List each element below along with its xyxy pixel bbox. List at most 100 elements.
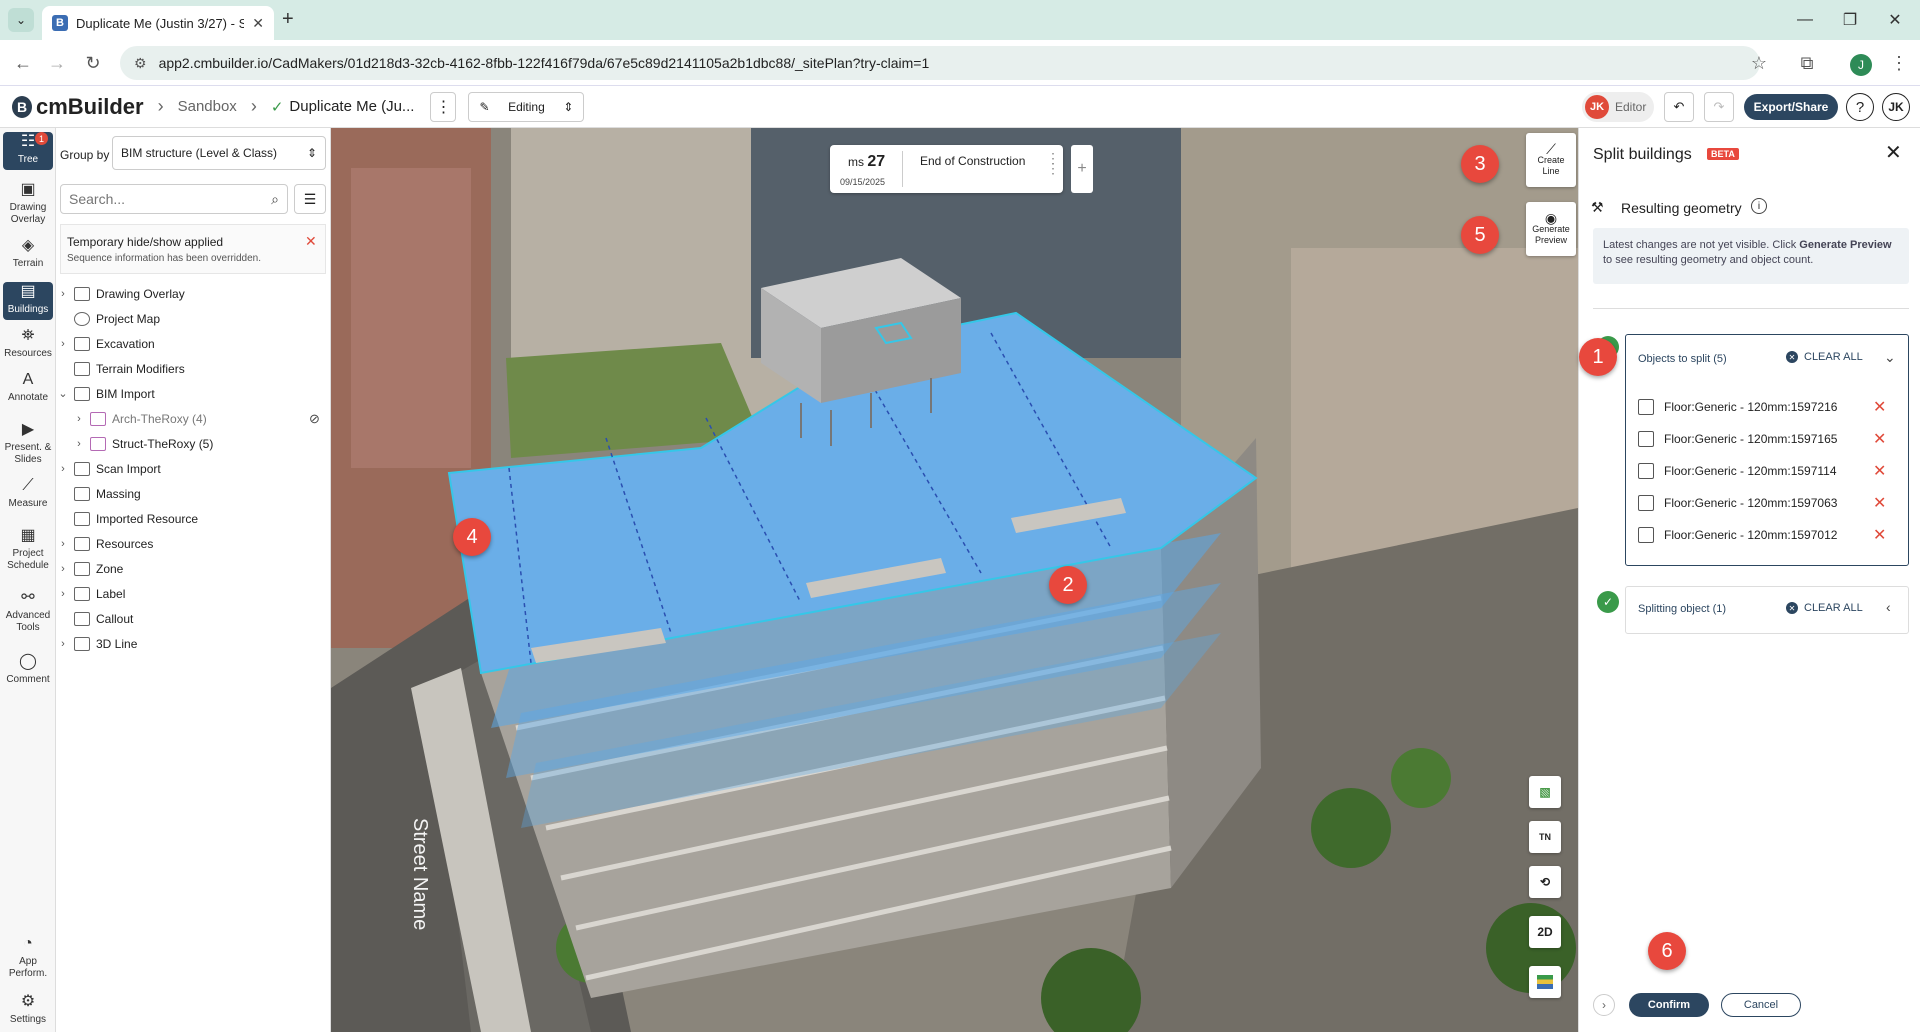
site-info-icon[interactable]: ⚙ <box>134 55 147 72</box>
undo-icon[interactable]: ↶ <box>1664 92 1694 122</box>
object-row[interactable]: Floor:Generic - 120mm:1597216 ✕ <box>1638 391 1888 423</box>
splitting-object-card[interactable]: Splitting object (1) ✕ CLEAR ALL ‹ <box>1625 586 1909 634</box>
rail-project-schedule[interactable]: ▦ Project Schedule <box>3 528 53 572</box>
true-north-button[interactable]: TN <box>1529 821 1561 853</box>
reload-icon[interactable]: ↻ <box>78 48 108 78</box>
chevron-down-icon[interactable]: ⌄ <box>1884 349 1896 366</box>
tree-item[interactable]: › 3D Line <box>56 631 137 656</box>
remove-object-icon[interactable]: ✕ <box>1873 397 1886 417</box>
callout-3: 3 <box>1461 145 1499 183</box>
browser-menu-icon[interactable]: ⋮ <box>1884 48 1914 78</box>
remove-object-icon[interactable]: ✕ <box>1873 525 1886 545</box>
redo-icon[interactable]: ↷ <box>1704 92 1734 122</box>
rail-comment[interactable]: ◯ Comment <box>3 654 53 686</box>
browser-tab[interactable]: B Duplicate Me (Justin 3/27) - Sa ✕ <box>42 6 274 40</box>
object-row[interactable]: Floor:Generic - 120mm:1597114 ✕ <box>1638 455 1888 487</box>
tree-item[interactable]: › Resources <box>56 531 153 556</box>
help-icon[interactable]: ? <box>1846 93 1874 121</box>
remove-object-icon[interactable]: ✕ <box>1873 493 1886 513</box>
clear-all-objects-button[interactable]: ✕ CLEAR ALL <box>1786 351 1863 363</box>
pencil-icon: ✎ <box>479 99 490 114</box>
rail-terrain[interactable]: ◈ Terrain <box>3 238 53 270</box>
rail-settings[interactable]: ⚙ Settings <box>3 994 53 1026</box>
expand-chevron-icon[interactable]: › <box>1593 994 1615 1016</box>
tree-item[interactable]: › Arch-TheRoxy (4) <box>72 406 207 431</box>
milestone-widget[interactable]: ms 27 09/15/2025 End of Construction ⋮ ⋮ <box>830 145 1063 193</box>
rail-drawing-overlay[interactable]: ▣ Drawing Overlay <box>3 182 53 226</box>
splitting-object-label: Splitting object (1) <box>1638 603 1727 615</box>
favicon-icon: B <box>52 15 68 31</box>
tree-item[interactable]: ⌄ BIM Import <box>56 381 155 406</box>
project-menu-icon[interactable]: ⋮ <box>430 91 457 122</box>
panel-close-icon[interactable]: ✕ <box>1885 140 1902 165</box>
tree-item[interactable]: › Drawing Overlay <box>56 281 185 306</box>
url-bar[interactable]: ⚙ app2.cmbuilder.io/CadMakers/01d218d3-3… <box>120 46 1760 80</box>
minimize-icon[interactable]: — <box>1790 8 1820 32</box>
bookmark-star-icon[interactable]: ☆ <box>1744 48 1774 78</box>
tree-item[interactable]: Massing <box>56 481 141 506</box>
rail-present-slides[interactable]: ▶ Present. & Slides <box>3 422 53 466</box>
tree-item[interactable]: Imported Resource <box>56 506 198 531</box>
object-row[interactable]: Floor:Generic - 120mm:1597063 ✕ <box>1638 487 1888 519</box>
back-icon[interactable]: ← <box>8 48 38 78</box>
generate-preview-button[interactable]: ◉ Generate Preview <box>1526 202 1576 256</box>
tree-item[interactable]: Terrain Modifiers <box>56 356 185 381</box>
filter-list-icon[interactable]: ☰ <box>294 184 326 214</box>
search-box[interactable]: ⌕ <box>60 184 288 214</box>
notice-close-icon[interactable]: ✕ <box>305 233 317 250</box>
tab-close-icon[interactable]: ✕ <box>252 15 264 32</box>
tree-item[interactable]: › Zone <box>56 556 123 581</box>
panel-title: Split buildings <box>1593 146 1692 163</box>
tree-item[interactable]: Callout <box>56 606 133 631</box>
legend-icon[interactable] <box>1529 966 1561 998</box>
profile-avatar[interactable]: J <box>1850 54 1872 76</box>
clear-all-splitting-button[interactable]: ✕ CLEAR ALL <box>1786 602 1863 614</box>
tree-item[interactable]: › Label <box>56 581 125 606</box>
tree-item[interactable]: › Scan Import <box>56 456 161 481</box>
mode-select[interactable]: ✎ Editing ⇕ <box>468 91 585 122</box>
app-logo[interactable]: B cmBuilder <box>12 94 144 120</box>
milestone-menu-icon[interactable]: ⋮ ⋮ <box>1046 151 1060 175</box>
search-input[interactable] <box>69 191 272 207</box>
extensions-icon[interactable]: ⧉ <box>1792 48 1822 78</box>
confirm-button[interactable]: Confirm <box>1629 993 1709 1017</box>
user-avatar[interactable]: JK <box>1882 93 1910 121</box>
tab-list-chevron-icon[interactable]: ⌄ <box>8 8 34 32</box>
create-line-button[interactable]: ⟋ Create Line <box>1526 133 1576 187</box>
map-layer-icon[interactable]: ▧ <box>1529 776 1561 808</box>
restore-icon[interactable]: ❐ <box>1835 8 1865 32</box>
toggle-2d-button[interactable]: 2D <box>1529 916 1561 948</box>
cancel-button[interactable]: Cancel <box>1721 993 1801 1017</box>
object-row[interactable]: Floor:Generic - 120mm:1597165 ✕ <box>1638 423 1888 455</box>
tree-item[interactable]: › Excavation <box>56 331 155 356</box>
remove-object-icon[interactable]: ✕ <box>1873 461 1886 481</box>
rail-resources[interactable]: ⛯ Resources <box>3 328 53 360</box>
tree-item[interactable]: Project Map <box>56 306 160 331</box>
visibility-off-icon[interactable]: ⊘ <box>309 411 320 427</box>
rail-tree[interactable]: ☷ Tree 1 <box>3 132 53 170</box>
3d-viewport[interactable]: Street Name ms 27 09/15/2025 End of Cons… <box>331 128 1578 1032</box>
chevron-left-icon[interactable]: ‹ <box>1886 599 1891 615</box>
forward-icon[interactable]: → <box>42 48 72 78</box>
add-milestone-button[interactable]: + <box>1071 145 1093 193</box>
rail-measure[interactable]: ⟋ Measure <box>3 478 53 510</box>
role-indicator[interactable]: JK Editor <box>1582 92 1654 122</box>
new-tab-icon[interactable]: + <box>282 8 294 31</box>
view-cube-icon[interactable]: ⟲ <box>1529 866 1561 898</box>
export-share-button[interactable]: Export/Share <box>1744 94 1838 120</box>
tab-title: Duplicate Me (Justin 3/27) - Sa <box>76 15 245 31</box>
rail-annotate[interactable]: A Annotate <box>3 372 53 404</box>
tree-item[interactable]: › Struct-TheRoxy (5) <box>72 431 213 456</box>
breadcrumb-sandbox[interactable]: Sandbox <box>178 98 237 115</box>
group-by-select[interactable]: BIM structure (Level & Class) ⇕ <box>112 136 326 170</box>
info-icon[interactable]: i <box>1751 198 1767 214</box>
rail-app-performance[interactable]: ◔ App Perform. <box>3 936 53 980</box>
chevron-right-icon: › <box>61 587 65 600</box>
window-close-icon[interactable]: ✕ <box>1880 8 1910 32</box>
object-row[interactable]: Floor:Generic - 120mm:1597012 ✕ <box>1638 519 1888 551</box>
chevron-down-icon: ⌄ <box>58 388 68 400</box>
breadcrumb-project[interactable]: Duplicate Me (Ju... <box>289 98 414 115</box>
rail-advanced-tools[interactable]: ⚯ Advanced Tools <box>3 590 53 634</box>
rail-buildings[interactable]: ▤ Buildings <box>3 282 53 320</box>
remove-object-icon[interactable]: ✕ <box>1873 429 1886 449</box>
